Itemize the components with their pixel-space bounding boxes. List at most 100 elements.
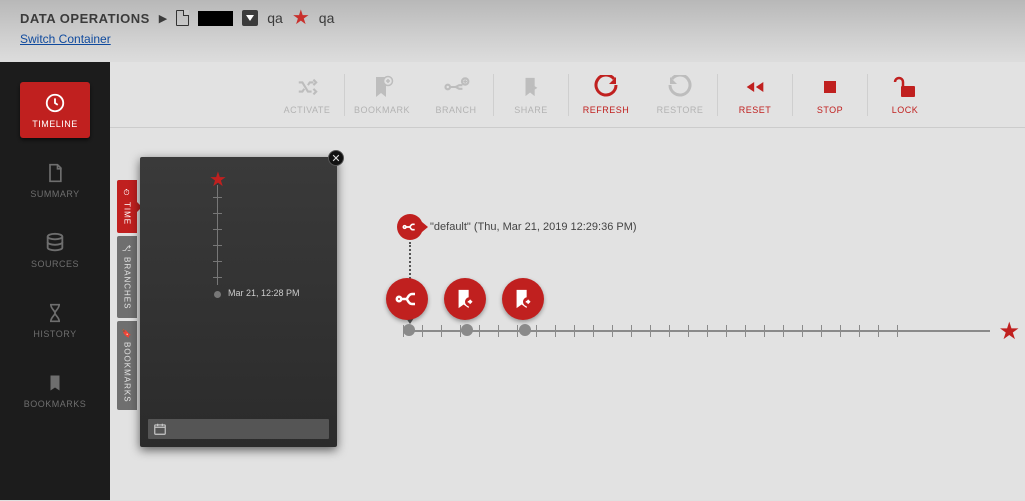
vtab-bookmarks[interactable]: 🔖BOOKMARKS xyxy=(117,321,137,411)
rewind-icon xyxy=(742,75,768,99)
panel-tick xyxy=(213,213,222,214)
page-title: DATA OPERATIONS xyxy=(20,11,150,26)
timeline-tick xyxy=(840,325,841,337)
tool-label: SHARE xyxy=(514,105,548,115)
hourglass-icon xyxy=(44,302,66,324)
timeline-tick xyxy=(764,325,765,337)
timeline-tick xyxy=(802,325,803,337)
sidebar-item-label: TIMELINE xyxy=(32,119,78,129)
document-icon xyxy=(44,162,66,184)
sidebar-item-summary[interactable]: SUMMARY xyxy=(20,152,90,208)
toolbar: ACTIVATE BOOKMARK BRANCH SHARE xyxy=(110,62,1025,128)
timeline-tick xyxy=(726,325,727,337)
callout-text: "default" (Thu, Mar 21, 2019 12:29:36 PM… xyxy=(430,221,637,233)
branch-button[interactable]: BRANCH xyxy=(419,75,493,115)
redacted-container-name xyxy=(198,11,233,26)
stop-button[interactable]: STOP xyxy=(793,75,867,115)
sidebar-item-timeline[interactable]: TIMELINE xyxy=(20,82,90,138)
timeline-tick xyxy=(498,325,499,337)
share-icon xyxy=(520,75,542,99)
breadcrumb: DATA OPERATIONS ▶ qa ★ qa xyxy=(20,10,1025,26)
activate-button[interactable]: ACTIVATE xyxy=(270,75,344,115)
bookmark-export-icon xyxy=(512,287,534,311)
horizontal-timeline[interactable]: ★ xyxy=(403,330,990,332)
sidebar-item-bookmarks[interactable]: BOOKMARKS xyxy=(20,362,90,418)
tool-label: ACTIVATE xyxy=(284,105,331,115)
chevron-right-icon: ▶ xyxy=(159,12,167,25)
branch-add-icon xyxy=(442,75,470,99)
sidebar-item-history[interactable]: HISTORY xyxy=(20,292,90,348)
panel-tick xyxy=(213,229,222,230)
share-button[interactable]: SHARE xyxy=(494,75,568,115)
switch-container-link[interactable]: Switch Container xyxy=(20,32,111,46)
branch-icon xyxy=(395,290,419,308)
document-icon xyxy=(176,10,189,26)
stop-icon xyxy=(821,75,839,99)
timeline-tick xyxy=(707,325,708,337)
timeline-tick xyxy=(574,325,575,337)
breadcrumb-item-qa-star[interactable]: qa xyxy=(319,10,335,26)
timeline-tick xyxy=(593,325,594,337)
tool-label: REFRESH xyxy=(583,105,630,115)
timeline-tick xyxy=(631,325,632,337)
sidebar-item-label: HISTORY xyxy=(33,329,76,339)
timeline-point[interactable] xyxy=(461,324,473,336)
timeline-point[interactable] xyxy=(519,324,531,336)
vtab-branches[interactable]: ⎇BRANCHES xyxy=(117,236,137,317)
timeline-tick xyxy=(479,325,480,337)
bookmark-add-icon xyxy=(370,75,394,99)
timeline-tick xyxy=(612,325,613,337)
refresh-button[interactable]: REFRESH xyxy=(569,75,643,115)
timeline-tick xyxy=(688,325,689,337)
timeline-tick xyxy=(536,325,537,337)
panel-point[interactable] xyxy=(214,291,221,298)
star-icon: ★ xyxy=(998,317,1020,346)
bookmark-button[interactable]: BOOKMARK xyxy=(345,75,419,115)
clock-icon xyxy=(44,92,66,114)
restore-button[interactable]: RESTORE xyxy=(643,75,717,115)
panel-tick xyxy=(213,245,222,246)
sidebar: TIMELINE SUMMARY SOURCES HISTORY BOOKMAR… xyxy=(0,62,110,500)
vtab-label: BRANCHES xyxy=(123,257,132,309)
bookmark-node-1[interactable] xyxy=(444,278,486,320)
close-icon[interactable]: ✕ xyxy=(328,150,344,166)
tool-label: STOP xyxy=(817,105,843,115)
tool-label: BOOKMARK xyxy=(354,105,410,115)
panel-tick xyxy=(213,197,222,198)
sidebar-item-sources[interactable]: SOURCES xyxy=(20,222,90,278)
timeline-tick xyxy=(650,325,651,337)
timeline-tick xyxy=(821,325,822,337)
breadcrumb-item-qa[interactable]: qa xyxy=(267,10,283,26)
panel-date-input[interactable] xyxy=(148,419,329,439)
timeline-tick xyxy=(422,325,423,337)
bookmark-node-2[interactable] xyxy=(502,278,544,320)
vtab-label: TIME xyxy=(123,202,132,225)
tool-label: BRANCH xyxy=(435,105,476,115)
timeline-tick xyxy=(745,325,746,337)
timeline-tick xyxy=(897,325,898,337)
sidebar-item-label: SOURCES xyxy=(31,259,79,269)
reset-button[interactable]: RESET xyxy=(718,75,792,115)
timeline-tick xyxy=(859,325,860,337)
panel-point-label: Mar 21, 12:28 PM xyxy=(228,288,300,298)
bookmark-export-icon xyxy=(454,287,476,311)
calendar-icon xyxy=(153,422,167,436)
timeline-callout: "default" (Thu, Mar 21, 2019 12:29:36 PM… xyxy=(397,214,637,240)
star-icon: ★ xyxy=(292,11,310,25)
timeline-tick xyxy=(878,325,879,337)
timeline-tick xyxy=(517,325,518,337)
timeline-point[interactable] xyxy=(403,324,415,336)
tool-label: RESTORE xyxy=(657,105,704,115)
timeline-axis xyxy=(403,330,990,332)
bookmark-icon xyxy=(44,372,66,394)
refresh-icon xyxy=(594,75,618,99)
branch-node[interactable] xyxy=(386,278,428,320)
main-area: ACTIVATE BOOKMARK BRANCH SHARE xyxy=(110,62,1025,500)
vertical-tabs: ⏱TIME ⎇BRANCHES 🔖BOOKMARKS xyxy=(117,180,137,410)
vtab-label: BOOKMARKS xyxy=(123,342,132,403)
shuffle-icon xyxy=(294,75,320,99)
timeline-tick xyxy=(555,325,556,337)
lock-button[interactable]: LOCK xyxy=(868,75,942,115)
vtab-time[interactable]: ⏱TIME xyxy=(117,180,137,233)
database-icon xyxy=(44,232,66,254)
